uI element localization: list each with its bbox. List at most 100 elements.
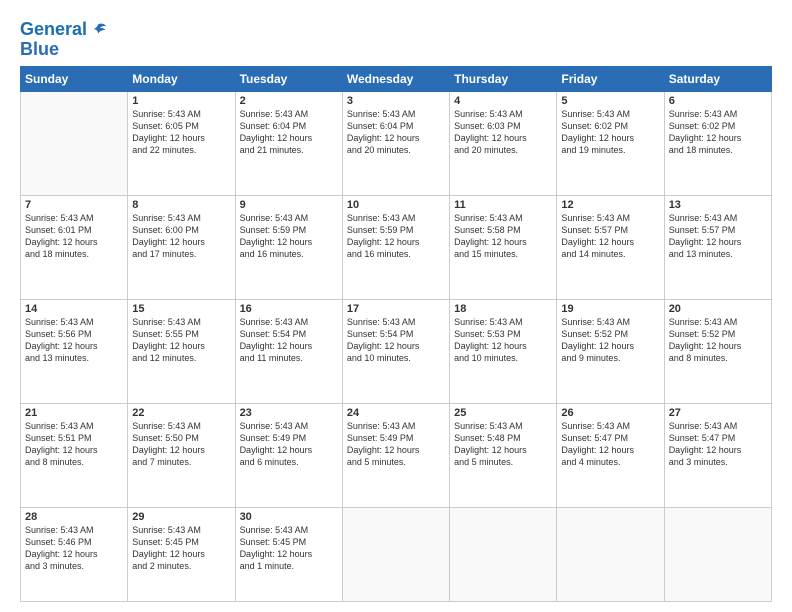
day-info: Sunrise: 5:43 AM Sunset: 5:57 PM Dayligh… [669,212,767,261]
calendar-cell: 18Sunrise: 5:43 AM Sunset: 5:53 PM Dayli… [450,299,557,403]
weekday-header-friday: Friday [557,66,664,91]
day-info: Sunrise: 5:43 AM Sunset: 5:49 PM Dayligh… [347,420,445,469]
day-info: Sunrise: 5:43 AM Sunset: 6:04 PM Dayligh… [347,108,445,157]
day-info: Sunrise: 5:43 AM Sunset: 5:46 PM Dayligh… [25,524,123,573]
calendar-cell: 12Sunrise: 5:43 AM Sunset: 5:57 PM Dayli… [557,195,664,299]
day-number: 29 [132,511,230,523]
calendar-cell: 10Sunrise: 5:43 AM Sunset: 5:59 PM Dayli… [342,195,449,299]
day-number: 6 [669,95,767,107]
day-number: 11 [454,199,552,211]
calendar-cell: 25Sunrise: 5:43 AM Sunset: 5:48 PM Dayli… [450,403,557,507]
calendar-cell: 6Sunrise: 5:43 AM Sunset: 6:02 PM Daylig… [664,91,771,195]
calendar-cell: 14Sunrise: 5:43 AM Sunset: 5:56 PM Dayli… [21,299,128,403]
day-info: Sunrise: 5:43 AM Sunset: 5:55 PM Dayligh… [132,316,230,365]
day-number: 22 [132,407,230,419]
calendar-cell: 7Sunrise: 5:43 AM Sunset: 6:01 PM Daylig… [21,195,128,299]
weekday-header-wednesday: Wednesday [342,66,449,91]
week-row-5: 28Sunrise: 5:43 AM Sunset: 5:46 PM Dayli… [21,508,772,602]
logo-bird-icon [89,21,107,39]
day-number: 5 [561,95,659,107]
weekday-header-saturday: Saturday [664,66,771,91]
day-info: Sunrise: 5:43 AM Sunset: 5:56 PM Dayligh… [25,316,123,365]
day-info: Sunrise: 5:43 AM Sunset: 5:51 PM Dayligh… [25,420,123,469]
weekday-header-tuesday: Tuesday [235,66,342,91]
day-number: 7 [25,199,123,211]
day-number: 23 [240,407,338,419]
calendar-cell: 15Sunrise: 5:43 AM Sunset: 5:55 PM Dayli… [128,299,235,403]
calendar-cell: 16Sunrise: 5:43 AM Sunset: 5:54 PM Dayli… [235,299,342,403]
logo: General Blue [20,20,107,60]
calendar-cell: 5Sunrise: 5:43 AM Sunset: 6:02 PM Daylig… [557,91,664,195]
calendar-cell: 13Sunrise: 5:43 AM Sunset: 5:57 PM Dayli… [664,195,771,299]
day-info: Sunrise: 5:43 AM Sunset: 6:01 PM Dayligh… [25,212,123,261]
day-info: Sunrise: 5:43 AM Sunset: 5:59 PM Dayligh… [240,212,338,261]
day-info: Sunrise: 5:43 AM Sunset: 5:47 PM Dayligh… [561,420,659,469]
calendar-cell: 17Sunrise: 5:43 AM Sunset: 5:54 PM Dayli… [342,299,449,403]
day-number: 3 [347,95,445,107]
week-row-1: 1Sunrise: 5:43 AM Sunset: 6:05 PM Daylig… [21,91,772,195]
calendar-cell: 2Sunrise: 5:43 AM Sunset: 6:04 PM Daylig… [235,91,342,195]
header: General Blue [20,16,772,60]
calendar-cell: 4Sunrise: 5:43 AM Sunset: 6:03 PM Daylig… [450,91,557,195]
day-number: 24 [347,407,445,419]
week-row-3: 14Sunrise: 5:43 AM Sunset: 5:56 PM Dayli… [21,299,772,403]
week-row-2: 7Sunrise: 5:43 AM Sunset: 6:01 PM Daylig… [21,195,772,299]
calendar-cell: 3Sunrise: 5:43 AM Sunset: 6:04 PM Daylig… [342,91,449,195]
day-number: 1 [132,95,230,107]
calendar-cell: 24Sunrise: 5:43 AM Sunset: 5:49 PM Dayli… [342,403,449,507]
day-number: 10 [347,199,445,211]
logo-text2: Blue [20,40,107,60]
day-number: 2 [240,95,338,107]
day-number: 16 [240,303,338,315]
calendar-cell: 20Sunrise: 5:43 AM Sunset: 5:52 PM Dayli… [664,299,771,403]
calendar-cell: 23Sunrise: 5:43 AM Sunset: 5:49 PM Dayli… [235,403,342,507]
calendar-cell: 19Sunrise: 5:43 AM Sunset: 5:52 PM Dayli… [557,299,664,403]
day-number: 25 [454,407,552,419]
calendar-cell: 11Sunrise: 5:43 AM Sunset: 5:58 PM Dayli… [450,195,557,299]
day-number: 21 [25,407,123,419]
day-info: Sunrise: 5:43 AM Sunset: 5:48 PM Dayligh… [454,420,552,469]
weekday-header-thursday: Thursday [450,66,557,91]
calendar-cell: 8Sunrise: 5:43 AM Sunset: 6:00 PM Daylig… [128,195,235,299]
day-info: Sunrise: 5:43 AM Sunset: 5:54 PM Dayligh… [347,316,445,365]
calendar-cell [21,91,128,195]
day-number: 15 [132,303,230,315]
calendar-cell [664,508,771,602]
calendar-cell: 26Sunrise: 5:43 AM Sunset: 5:47 PM Dayli… [557,403,664,507]
day-number: 17 [347,303,445,315]
day-info: Sunrise: 5:43 AM Sunset: 5:59 PM Dayligh… [347,212,445,261]
week-row-4: 21Sunrise: 5:43 AM Sunset: 5:51 PM Dayli… [21,403,772,507]
calendar-cell: 1Sunrise: 5:43 AM Sunset: 6:05 PM Daylig… [128,91,235,195]
calendar-cell [342,508,449,602]
day-number: 20 [669,303,767,315]
logo-text: General [20,20,87,40]
calendar-cell: 29Sunrise: 5:43 AM Sunset: 5:45 PM Dayli… [128,508,235,602]
calendar-table: SundayMondayTuesdayWednesdayThursdayFrid… [20,66,772,602]
day-info: Sunrise: 5:43 AM Sunset: 6:03 PM Dayligh… [454,108,552,157]
day-info: Sunrise: 5:43 AM Sunset: 5:50 PM Dayligh… [132,420,230,469]
day-number: 26 [561,407,659,419]
day-info: Sunrise: 5:43 AM Sunset: 6:02 PM Dayligh… [669,108,767,157]
day-number: 28 [25,511,123,523]
day-info: Sunrise: 5:43 AM Sunset: 5:52 PM Dayligh… [669,316,767,365]
day-info: Sunrise: 5:43 AM Sunset: 6:04 PM Dayligh… [240,108,338,157]
weekday-header-monday: Monday [128,66,235,91]
day-info: Sunrise: 5:43 AM Sunset: 6:02 PM Dayligh… [561,108,659,157]
day-number: 14 [25,303,123,315]
day-info: Sunrise: 5:43 AM Sunset: 5:54 PM Dayligh… [240,316,338,365]
calendar-cell: 28Sunrise: 5:43 AM Sunset: 5:46 PM Dayli… [21,508,128,602]
calendar-cell: 22Sunrise: 5:43 AM Sunset: 5:50 PM Dayli… [128,403,235,507]
day-number: 19 [561,303,659,315]
day-number: 27 [669,407,767,419]
day-info: Sunrise: 5:43 AM Sunset: 5:47 PM Dayligh… [669,420,767,469]
calendar-cell: 27Sunrise: 5:43 AM Sunset: 5:47 PM Dayli… [664,403,771,507]
weekday-header-row: SundayMondayTuesdayWednesdayThursdayFrid… [21,66,772,91]
day-number: 18 [454,303,552,315]
calendar-page: General Blue SundayMondayTuesdayWednesda… [0,0,792,612]
day-info: Sunrise: 5:43 AM Sunset: 5:49 PM Dayligh… [240,420,338,469]
day-info: Sunrise: 5:43 AM Sunset: 5:57 PM Dayligh… [561,212,659,261]
day-info: Sunrise: 5:43 AM Sunset: 5:52 PM Dayligh… [561,316,659,365]
weekday-header-sunday: Sunday [21,66,128,91]
day-number: 30 [240,511,338,523]
calendar-cell: 30Sunrise: 5:43 AM Sunset: 5:45 PM Dayli… [235,508,342,602]
